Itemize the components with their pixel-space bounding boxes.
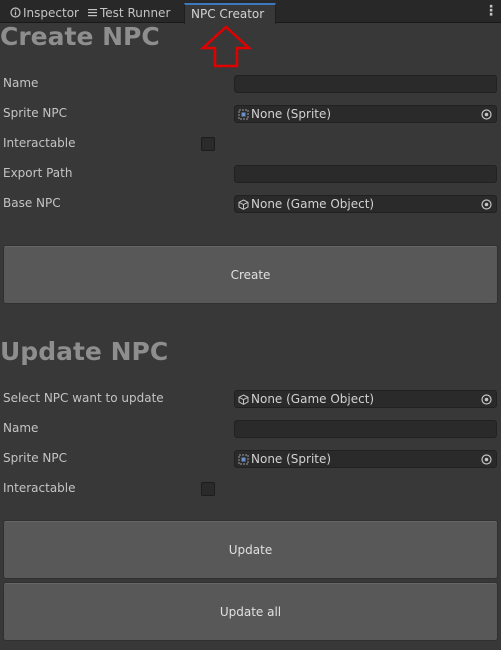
update-npc-title: Update NPC [0,337,169,366]
create-name-label: Name [3,76,39,90]
update-select-label: Select NPC want to update [3,391,164,405]
tab-npc-creator-label: NPC Creator [191,7,265,21]
create-export-path-label: Export Path [3,166,73,180]
game-object-icon [238,394,249,405]
tab-test-runner-label: Test Runner [100,6,171,20]
create-sprite-value: None (Sprite) [251,107,332,121]
sprite-icon [238,454,249,465]
create-npc-title: Create NPC [0,22,160,51]
object-picker-icon[interactable] [481,454,492,465]
tab-test-runner[interactable]: Test Runner [88,3,171,23]
update-sprite-label: Sprite NPC [3,451,67,465]
update-button[interactable]: Update [3,520,498,579]
annotation-arrow-icon [200,25,252,68]
tab-inspector[interactable]: Inspector [10,3,79,23]
object-picker-icon[interactable] [481,199,492,210]
update-select-npc-field[interactable]: None (Game Object) [234,390,497,408]
update-sprite-value: None (Sprite) [251,452,332,466]
create-name-input[interactable] [234,75,497,93]
create-sprite-label: Sprite NPC [3,106,67,120]
tab-npc-creator[interactable]: NPC Creator [184,3,276,24]
tab-inspector-label: Inspector [23,6,79,20]
create-export-path-input[interactable] [234,165,497,183]
update-interactable-label: Interactable [3,481,76,495]
create-base-npc-field[interactable]: None (Game Object) [234,195,497,213]
update-all-button[interactable]: Update all [3,582,498,641]
list-icon [88,9,97,17]
more-options-icon[interactable]: ⋮ [484,4,498,20]
create-interactable-checkbox[interactable] [201,137,215,151]
create-base-npc-value: None (Game Object) [251,197,375,211]
game-object-icon [238,199,249,210]
tab-bar: Inspector Test Runner NPC Creator ⋮ [0,0,501,24]
create-base-npc-label: Base NPC [3,196,61,210]
object-picker-icon[interactable] [481,109,492,120]
create-button[interactable]: Create [3,245,498,304]
update-name-label: Name [3,421,39,435]
create-sprite-field[interactable]: None (Sprite) [234,105,497,123]
sprite-icon [238,109,249,120]
create-interactable-label: Interactable [3,136,76,150]
update-name-input[interactable] [234,420,497,438]
update-interactable-checkbox[interactable] [201,482,215,496]
info-icon [10,7,21,18]
object-picker-icon[interactable] [481,394,492,405]
update-sprite-field[interactable]: None (Sprite) [234,450,497,468]
update-select-value: None (Game Object) [251,392,375,406]
